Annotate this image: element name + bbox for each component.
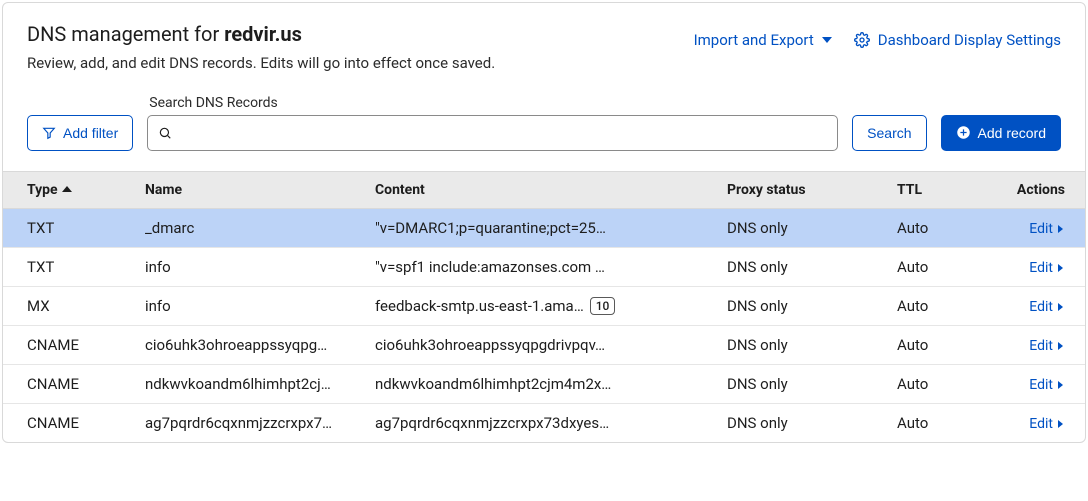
edit-button[interactable]: Edit — [1029, 416, 1065, 432]
chevron-right-icon — [1057, 224, 1065, 234]
table-header-row: Type Name Content Proxy status TTL Actio… — [3, 171, 1085, 208]
table-row[interactable]: CNAMEag7pqrdr6cqxnmjzzcrxpx7…ag7pqrdr6cq… — [3, 403, 1085, 442]
table-row[interactable]: TXT_dmarc"v=DMARC1;p=quarantine;pct=25…D… — [3, 208, 1085, 247]
page-subtitle: Review, add, and edit DNS records. Edits… — [27, 53, 495, 75]
import-export-label: Import and Export — [694, 31, 814, 49]
search-field[interactable] — [147, 115, 838, 151]
cell-type: CNAME — [3, 325, 133, 364]
display-settings-label: Dashboard Display Settings — [878, 31, 1061, 49]
cell-content: "v=DMARC1;p=quarantine;pct=25… — [363, 208, 715, 247]
edit-button[interactable]: Edit — [1029, 221, 1065, 237]
cell-actions: Edit — [985, 364, 1085, 403]
cell-content: ndkwvkoandm6lhimhpt2cjm4m2x… — [363, 364, 715, 403]
cell-content: "v=spf1 include:amazonses.com ~… — [363, 247, 715, 286]
dns-management-card: DNS management for redvir.us Review, add… — [2, 2, 1086, 443]
plus-circle-icon — [956, 125, 971, 140]
add-record-button[interactable]: Add record — [941, 115, 1061, 151]
add-filter-button[interactable]: Add filter — [27, 115, 133, 151]
cell-proxy: DNS only — [715, 403, 885, 442]
title-prefix: DNS management for — [27, 22, 224, 46]
page-title: DNS management for redvir.us — [27, 21, 495, 47]
col-header-name[interactable]: Name — [133, 171, 363, 208]
add-filter-label: Add filter — [63, 126, 118, 140]
cell-content: feedback-smtp.us-east-1.ama…10 — [363, 286, 715, 325]
cell-content: ag7pqrdr6cqxnmjzzcrxpx73dxyes… — [363, 403, 715, 442]
chevron-right-icon — [1057, 419, 1065, 429]
table-row[interactable]: CNAMEcio6uhk3ohroeappssyqpg…cio6uhk3ohro… — [3, 325, 1085, 364]
cell-proxy: DNS only — [715, 325, 885, 364]
filter-icon — [42, 126, 56, 140]
chevron-right-icon — [1057, 380, 1065, 390]
col-header-type[interactable]: Type — [3, 171, 133, 208]
records-table: Type Name Content Proxy status TTL Actio… — [3, 171, 1085, 442]
table-row[interactable]: TXTinfo"v=spf1 include:amazonses.com ~…D… — [3, 247, 1085, 286]
search-icon — [158, 126, 172, 140]
header-actions: Import and Export Dashboard Display Sett… — [694, 21, 1061, 49]
edit-button[interactable]: Edit — [1029, 299, 1065, 315]
edit-button[interactable]: Edit — [1029, 377, 1065, 393]
search-button-label: Search — [867, 126, 911, 140]
cell-ttl: Auto — [885, 247, 985, 286]
col-header-content[interactable]: Content — [363, 171, 715, 208]
gear-icon — [854, 32, 870, 48]
cell-ttl: Auto — [885, 325, 985, 364]
edit-button[interactable]: Edit — [1029, 260, 1065, 276]
chevron-down-icon — [822, 37, 832, 43]
col-header-actions: Actions — [985, 171, 1085, 208]
cell-proxy: DNS only — [715, 247, 885, 286]
title-domain: redvir.us — [224, 22, 302, 46]
card-header: DNS management for redvir.us Review, add… — [3, 3, 1085, 85]
cell-name: ag7pqrdr6cqxnmjzzcrxpx7… — [133, 403, 363, 442]
cell-proxy: DNS only — [715, 364, 885, 403]
cell-type: MX — [3, 286, 133, 325]
table-row[interactable]: CNAMEndkwvkoandm6lhimhpt2cj…ndkwvkoandm6… — [3, 364, 1085, 403]
sort-asc-icon — [62, 186, 72, 192]
cell-actions: Edit — [985, 286, 1085, 325]
chevron-right-icon — [1057, 263, 1065, 273]
toolbar: Add filter Search DNS Records Search Add… — [3, 85, 1085, 171]
edit-button[interactable]: Edit — [1029, 338, 1065, 354]
cell-ttl: Auto — [885, 403, 985, 442]
cell-name: cio6uhk3ohroeappssyqpg… — [133, 325, 363, 364]
cell-type: CNAME — [3, 364, 133, 403]
cell-name: info — [133, 247, 363, 286]
cell-proxy: DNS only — [715, 286, 885, 325]
cell-ttl: Auto — [885, 286, 985, 325]
search-input[interactable] — [180, 124, 827, 142]
cell-actions: Edit — [985, 403, 1085, 442]
cell-proxy: DNS only — [715, 208, 885, 247]
title-block: DNS management for redvir.us Review, add… — [27, 21, 495, 75]
cell-type: CNAME — [3, 403, 133, 442]
chevron-right-icon — [1057, 341, 1065, 351]
display-settings-link[interactable]: Dashboard Display Settings — [854, 31, 1061, 49]
chevron-right-icon — [1057, 302, 1065, 312]
cell-ttl: Auto — [885, 364, 985, 403]
cell-type: TXT — [3, 247, 133, 286]
cell-name: _dmarc — [133, 208, 363, 247]
cell-actions: Edit — [985, 247, 1085, 286]
cell-name: ndkwvkoandm6lhimhpt2cj… — [133, 364, 363, 403]
add-record-label: Add record — [978, 126, 1046, 140]
cell-ttl: Auto — [885, 208, 985, 247]
col-header-ttl[interactable]: TTL — [885, 171, 985, 208]
search-label: Search DNS Records — [147, 95, 838, 111]
cell-name: info — [133, 286, 363, 325]
cell-type: TXT — [3, 208, 133, 247]
cell-actions: Edit — [985, 208, 1085, 247]
cell-actions: Edit — [985, 325, 1085, 364]
search-button[interactable]: Search — [852, 115, 926, 151]
import-export-link[interactable]: Import and Export — [694, 31, 832, 49]
cell-content: cio6uhk3ohroeappssyqpgdrivpqv… — [363, 325, 715, 364]
col-header-proxy[interactable]: Proxy status — [715, 171, 885, 208]
priority-badge: 10 — [590, 297, 616, 315]
table-row[interactable]: MXinfofeedback-smtp.us-east-1.ama…10DNS … — [3, 286, 1085, 325]
search-group: Search DNS Records — [147, 95, 838, 151]
